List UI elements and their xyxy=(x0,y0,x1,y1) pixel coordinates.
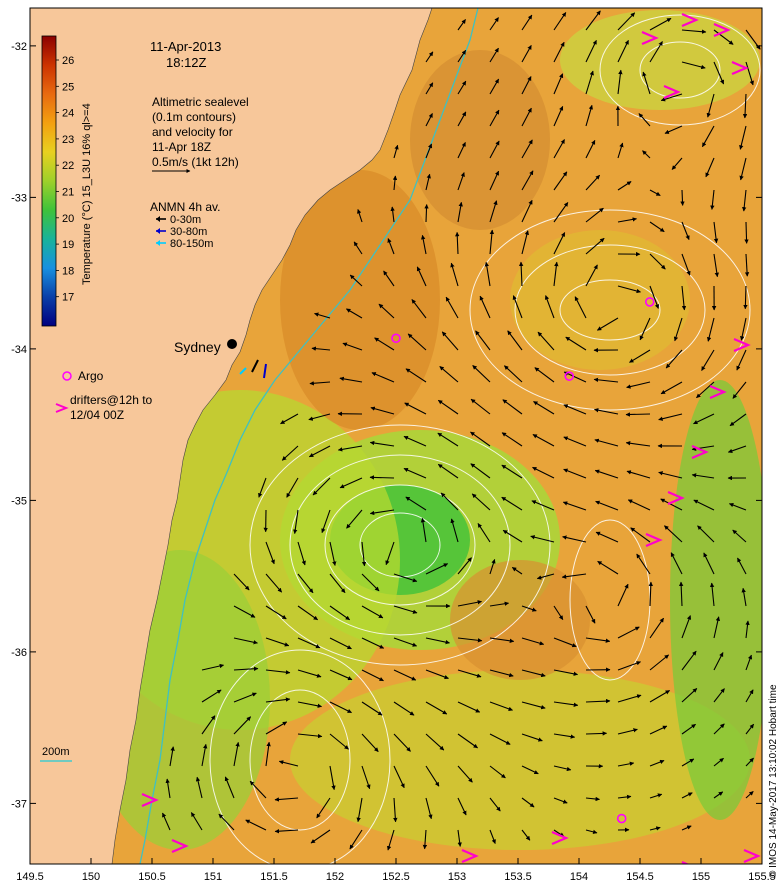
colorbar-tick-label: 18 xyxy=(62,265,74,277)
x-tick-label: 149.5 xyxy=(16,871,44,883)
x-tick-label: 153 xyxy=(448,871,466,883)
description-line: Altimetric sealevel xyxy=(152,95,249,109)
colorbar-tick-label: 25 xyxy=(62,81,74,93)
x-tick-label: 153.5 xyxy=(504,871,532,883)
y-tick-label: -32 xyxy=(11,41,27,53)
velocity-arrow xyxy=(369,475,395,480)
colorbar-tick-label: 20 xyxy=(62,213,74,225)
colorbar-tick-label: 26 xyxy=(62,55,74,67)
x-tick-label: 151.5 xyxy=(260,871,288,883)
time-label: 18:12Z xyxy=(166,55,207,70)
scale-label: 200m xyxy=(42,746,70,758)
anmn-heading: ANMN 4h av. xyxy=(150,200,220,214)
description-line: 0.5m/s (1kt 12h) xyxy=(152,155,239,169)
description-line: (0.1m contours) xyxy=(152,110,236,124)
anmn-legend-label: 30-80m xyxy=(170,226,207,238)
ocean-temperature-map: 149.5 150 150.5 151 151.5 152 152.5 153 153.5 154… xyxy=(11,7,779,883)
colorbar-tick-label: 17 xyxy=(62,292,74,304)
x-tick-label: 150.5 xyxy=(138,871,166,883)
velocity-arrow xyxy=(585,731,608,736)
x-tick-label: 152 xyxy=(326,871,344,883)
x-tick-label: 154.5 xyxy=(626,871,654,883)
sydney-marker xyxy=(227,339,237,349)
y-tick-label: -36 xyxy=(11,647,27,659)
y-tick-label: -34 xyxy=(11,344,27,356)
velocity-arrow xyxy=(424,204,429,223)
description-line: and velocity for xyxy=(152,125,233,139)
city-label: Sydney xyxy=(174,339,221,355)
y-tick-label: -33 xyxy=(11,192,27,204)
velocity-arrow xyxy=(680,189,685,206)
velocity-arrow xyxy=(625,412,651,417)
x-tick-label: 155 xyxy=(692,871,710,883)
colorbar-tick-label: 19 xyxy=(62,239,74,251)
description-line: 11-Apr 18Z xyxy=(152,140,211,154)
x-tick-label: 152.5 xyxy=(382,871,410,883)
credit-text: © IMOS 14-May-2017 13:10:02 Hobart time xyxy=(768,684,779,878)
y-tick-label: -35 xyxy=(11,495,27,507)
colorbar-tick-label: 21 xyxy=(62,187,74,199)
colorbar-tick-label: 22 xyxy=(62,160,74,172)
anmn-legend-label: 0-30m xyxy=(170,214,201,226)
argo-legend-label: Argo xyxy=(78,369,104,383)
colorbar-tick-label: 24 xyxy=(62,108,74,120)
x-tick-label: 154 xyxy=(570,871,588,883)
velocity-arrow xyxy=(743,285,748,310)
date-label: 11-Apr-2013 xyxy=(150,39,221,54)
y-tick-label: -37 xyxy=(11,798,27,810)
anmn-legend-label: 80-150m xyxy=(170,238,213,250)
colorbar-tick-label: 23 xyxy=(62,134,74,146)
velocity-arrow xyxy=(744,221,749,244)
x-tick-label: 150 xyxy=(82,871,100,883)
drifter-legend-line2: 12/04 00Z xyxy=(70,408,124,422)
x-tick-label: 151 xyxy=(204,871,222,883)
drifter-legend-line1: drifters@12h to xyxy=(70,393,153,407)
colorbar-label: Temperature (°C) 15_L3U 16% ql>=4 xyxy=(81,103,93,285)
colorbar-ramp xyxy=(41,35,57,327)
